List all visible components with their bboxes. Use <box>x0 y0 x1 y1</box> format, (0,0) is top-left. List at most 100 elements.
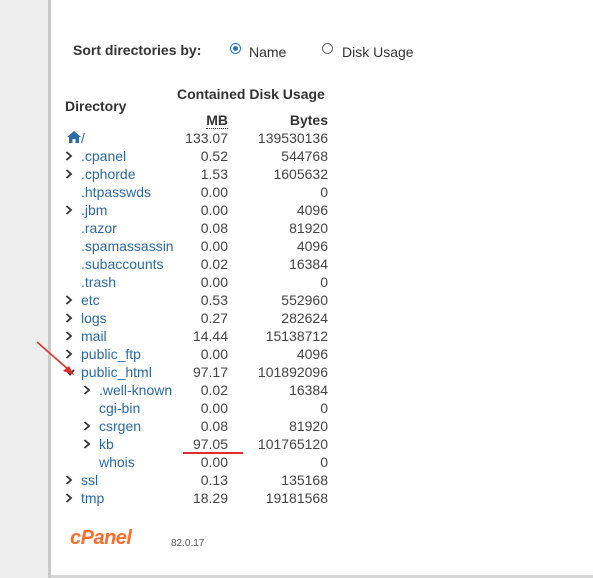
table-row: csrgen 0.08 81920 <box>0 417 593 435</box>
bytes-value: 0 <box>320 400 328 416</box>
table-row: whois 0.00 0 <box>0 453 593 471</box>
directory-link[interactable]: .spamassassin <box>81 238 174 254</box>
table-row: tmp 18.29 19181568 <box>0 489 593 507</box>
bytes-value: 15138712 <box>265 328 328 344</box>
chevron-right-icon[interactable] <box>82 419 94 433</box>
version-label: 82.0.17 <box>171 538 205 549</box>
directory-link[interactable]: kb <box>99 436 114 452</box>
bytes-value: 4096 <box>296 238 328 254</box>
table-row: public_html 97.17 101892096 <box>0 363 593 381</box>
table-row: .razor 0.08 81920 <box>0 219 593 237</box>
chevron-right-icon[interactable] <box>82 383 94 397</box>
chevron-right-icon[interactable] <box>64 167 76 181</box>
directory-link[interactable]: .well-known <box>99 382 172 398</box>
chevron-right-icon[interactable] <box>64 149 76 163</box>
bytes-value: 0 <box>320 454 328 470</box>
table-row: .htpasswds 0.00 0 <box>0 183 593 201</box>
sort-name-label[interactable]: Name <box>249 44 286 60</box>
mb-value: 0.08 <box>200 220 228 236</box>
mb-value: 97.17 <box>192 364 228 380</box>
directory-link[interactable]: ssl <box>81 472 98 488</box>
mb-value: 0.00 <box>200 346 228 362</box>
directory-link[interactable]: .jbm <box>81 202 107 218</box>
mb-value: 0.53 <box>200 292 228 308</box>
chevron-right-icon[interactable] <box>64 491 76 505</box>
bytes-value: 1605632 <box>273 166 328 182</box>
table-row: logs 0.27 282624 <box>0 309 593 327</box>
bytes-value: 4096 <box>296 346 328 362</box>
chevron-right-icon[interactable] <box>82 437 94 451</box>
bytes-value: 16384 <box>289 382 328 398</box>
bytes-value: 101892096 <box>257 364 328 380</box>
table-row: mail 14.44 15138712 <box>0 327 593 345</box>
contained-disk-usage-header: Contained Disk Usage <box>177 86 325 102</box>
bytes-value: 139530136 <box>257 130 328 146</box>
chevron-right-icon[interactable] <box>64 293 76 307</box>
directory-link[interactable]: .htpasswds <box>81 184 151 200</box>
mb-value: 0.00 <box>200 184 228 200</box>
table-row: cgi-bin 0.00 0 <box>0 399 593 417</box>
directory-link[interactable]: .trash <box>81 274 116 290</box>
directory-link[interactable]: .subaccounts <box>81 256 164 272</box>
mb-value: 0.00 <box>200 274 228 290</box>
directory-link[interactable]: .razor <box>81 220 117 236</box>
mb-value: 0.02 <box>200 382 228 398</box>
bytes-value: 552960 <box>281 292 328 308</box>
mb-value: 14.44 <box>192 328 228 344</box>
chevron-right-icon[interactable] <box>64 473 76 487</box>
table-row-root: / 133.07 139530136 <box>0 129 593 147</box>
sort-disk-usage-radio[interactable] <box>322 43 333 54</box>
table-row: kb 97.05 101765120 <box>0 435 593 453</box>
mb-value: 0.00 <box>200 202 228 218</box>
bytes-value: 544768 <box>281 148 328 164</box>
mb-column-header: MB <box>206 112 228 129</box>
directory-link[interactable]: tmp <box>81 490 104 506</box>
mb-value: 0.52 <box>200 148 228 164</box>
directory-link[interactable]: .cpanel <box>81 148 126 164</box>
bytes-column-header: Bytes <box>289 112 328 128</box>
directory-column-header: Directory <box>65 98 127 114</box>
mb-value: 1.53 <box>200 166 228 182</box>
mb-value: 0.27 <box>200 310 228 326</box>
directory-link[interactable]: logs <box>81 310 107 326</box>
arrow-annotation-icon <box>36 341 74 375</box>
directory-link[interactable]: whois <box>99 454 135 470</box>
bytes-value: 135168 <box>281 472 328 488</box>
bytes-value: 16384 <box>289 256 328 272</box>
mb-value: 0.13 <box>200 472 228 488</box>
directory-link[interactable]: csrgen <box>99 418 141 434</box>
mb-column-label: MB <box>206 112 228 129</box>
sort-disk-usage-label[interactable]: Disk Usage <box>342 44 414 60</box>
directory-link[interactable]: cgi-bin <box>99 400 140 416</box>
directory-link[interactable]: public_html <box>81 364 152 380</box>
mb-value: 97.05 <box>192 436 228 452</box>
home-icon[interactable] <box>66 130 82 144</box>
directory-link[interactable]: .cphorde <box>81 166 135 182</box>
table-row: .cpanel 0.52 544768 <box>0 147 593 165</box>
directory-link[interactable]: etc <box>81 292 100 308</box>
bytes-value: 4096 <box>296 202 328 218</box>
table-row: .cphorde 1.53 1605632 <box>0 165 593 183</box>
mb-value: 0.00 <box>200 400 228 416</box>
bytes-value: 81920 <box>289 418 328 434</box>
mb-value: 133.07 <box>185 130 228 146</box>
bytes-value: 81920 <box>289 220 328 236</box>
mb-value: 18.29 <box>192 490 228 506</box>
bytes-value: 0 <box>320 274 328 290</box>
bytes-value: 0 <box>320 184 328 200</box>
sort-label: Sort directories by: <box>73 42 202 58</box>
table-row: .spamassassin 0.00 4096 <box>0 237 593 255</box>
mb-value: 0.02 <box>200 256 228 272</box>
bytes-value: 282624 <box>281 310 328 326</box>
bytes-value: 101765120 <box>257 436 328 452</box>
directory-link[interactable]: / <box>81 130 85 146</box>
table-row: etc 0.53 552960 <box>0 291 593 309</box>
directory-link[interactable]: public_ftp <box>81 346 141 362</box>
bytes-value: 19181568 <box>265 490 328 506</box>
chevron-right-icon[interactable] <box>64 311 76 325</box>
directory-link[interactable]: mail <box>81 328 107 344</box>
mb-value: 0.08 <box>200 418 228 434</box>
sort-name-radio[interactable] <box>230 43 241 54</box>
mb-value: 0.00 <box>200 238 228 254</box>
chevron-right-icon[interactable] <box>64 203 76 217</box>
